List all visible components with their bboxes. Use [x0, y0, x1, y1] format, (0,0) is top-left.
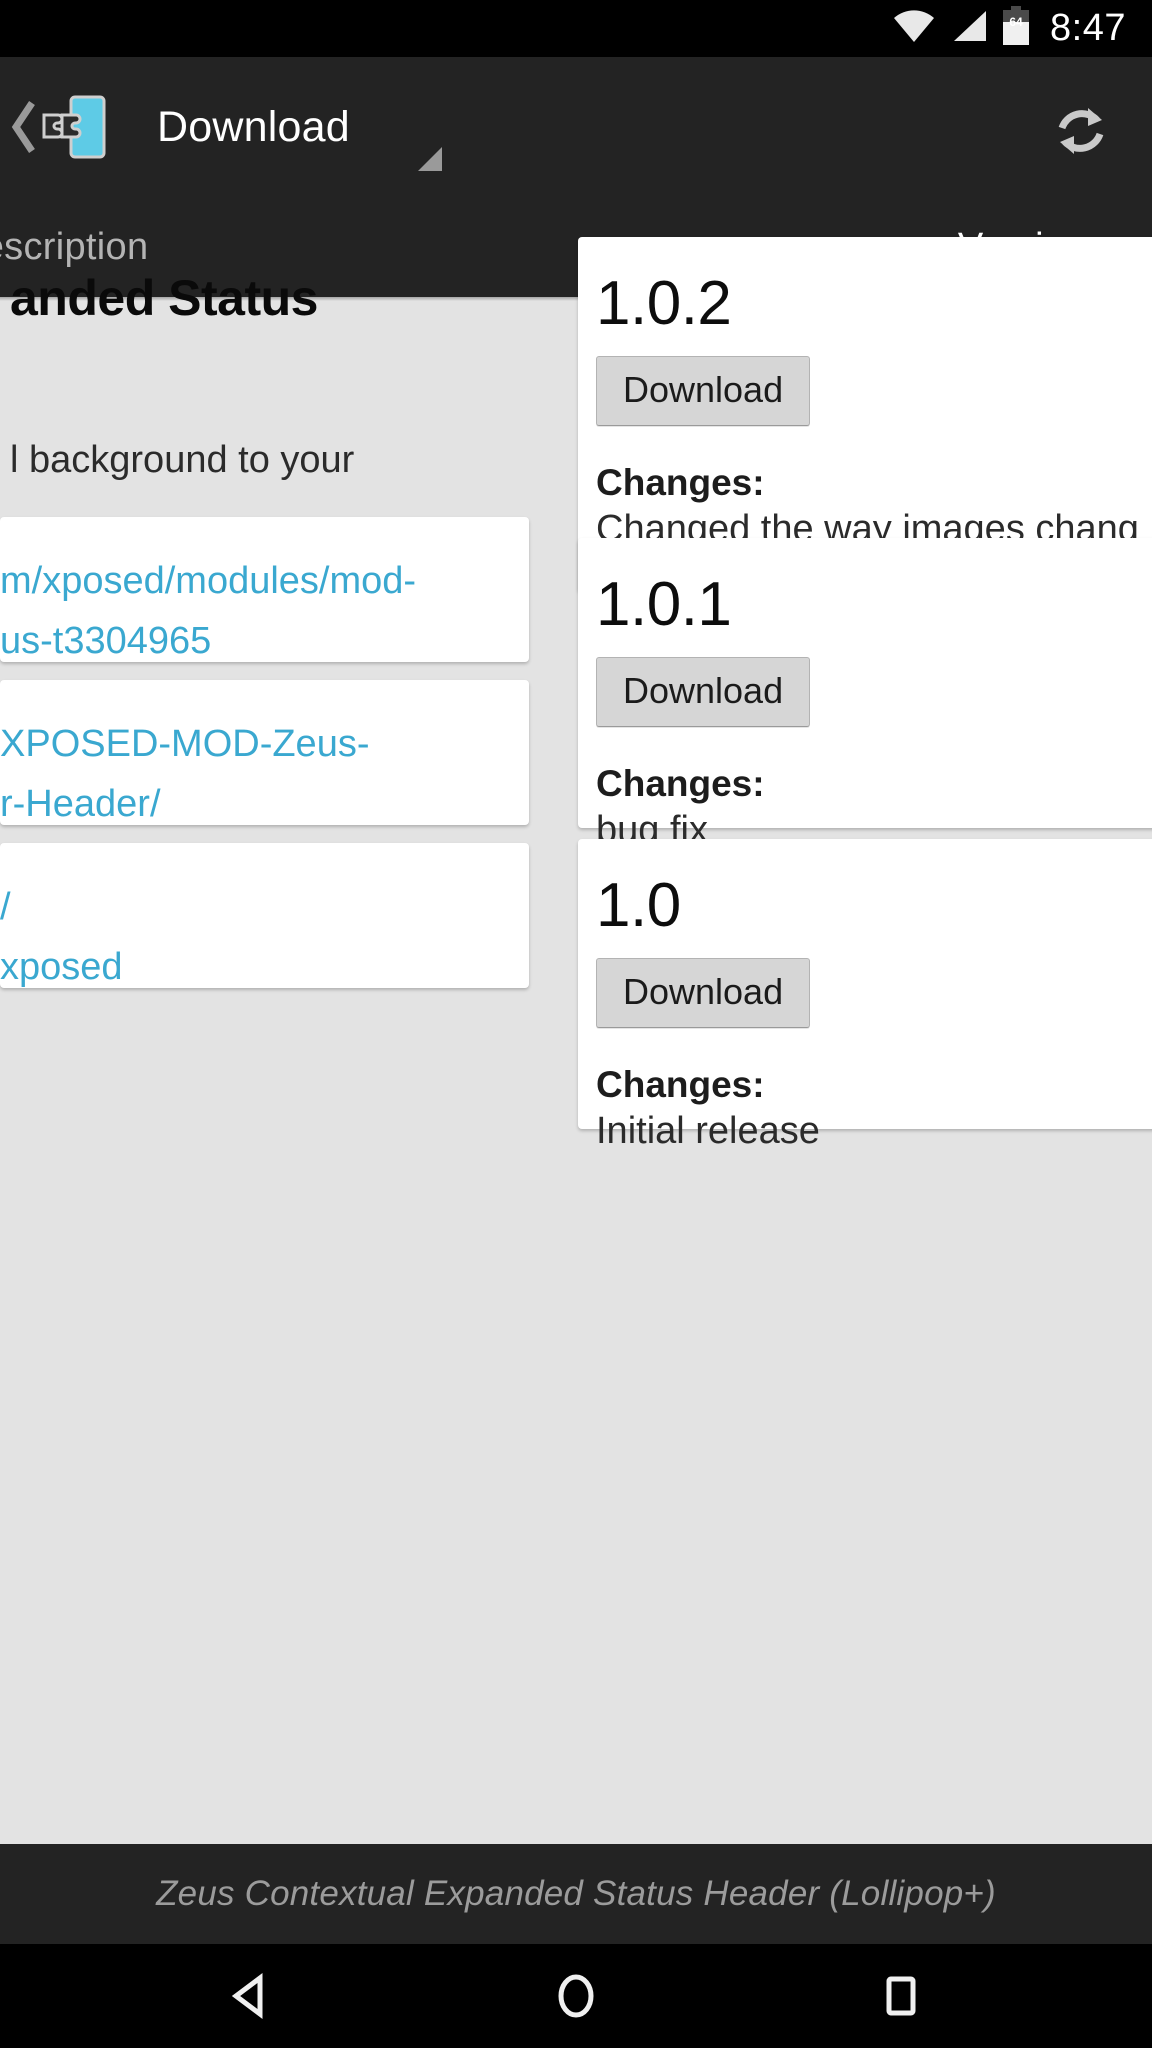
status-bar-clock: 8:47 [1050, 7, 1126, 49]
navigation-bar [0, 1944, 1152, 2048]
battery-icon: 64 [1002, 6, 1030, 51]
content-area: anded Status l background to your m/xpos… [0, 237, 1152, 1844]
status-icons: 64 [892, 6, 1030, 51]
wifi-icon [892, 9, 936, 48]
nav-home-icon[interactable] [516, 1944, 636, 2048]
link-text-line[interactable]: r-Header/ [0, 774, 529, 825]
link-text-line[interactable]: XPOSED-MOD-Zeus- [0, 714, 529, 774]
link-text-line[interactable]: us-t3304965 [0, 611, 529, 662]
status-bar: 64 8:47 [0, 0, 1152, 57]
changes-text: Initial release [596, 1110, 820, 1153]
module-description-text: l background to your [10, 439, 355, 481]
dropdown-caret-icon[interactable] [418, 147, 442, 171]
footer-bar: Zeus Contextual Expanded Status Header (… [0, 1844, 1152, 1944]
cell-signal-icon [950, 9, 988, 48]
back-chevron-icon[interactable] [10, 99, 36, 155]
module-title: anded Status [10, 270, 318, 326]
version-card: 1.0 Download Changes: Initial release [578, 839, 1152, 1152]
nav-recents-icon[interactable] [840, 1944, 960, 2048]
link-text-line[interactable]: xposed [0, 937, 529, 988]
link-text-line[interactable]: / [0, 877, 529, 937]
link-card[interactable]: m/xposed/modules/mod- us-t3304965 [0, 517, 529, 662]
download-button[interactable]: Download [596, 657, 811, 728]
link-text-line[interactable]: m/xposed/modules/mod- [0, 551, 529, 611]
changes-label: Changes: [596, 763, 765, 805]
phone-screen: 64 8:47 Download scription anded Status … [0, 0, 1152, 2048]
download-button[interactable]: Download [596, 356, 811, 427]
action-bar-title: Download [157, 102, 350, 151]
link-card[interactable]: / xposed [0, 843, 529, 988]
version-number: 1.0.2 [596, 269, 732, 338]
nav-back-icon[interactable] [192, 1944, 312, 2048]
footer-module-name: Zeus Contextual Expanded Status Header (… [156, 1874, 996, 1913]
changes-label: Changes: [596, 1064, 765, 1106]
xposed-module-icon[interactable] [38, 91, 110, 163]
download-button[interactable]: Download [596, 958, 811, 1029]
version-card: 1.0.1 Download Changes: bug fix [578, 538, 1152, 851]
changes-label: Changes: [596, 462, 765, 504]
battery-level-text: 64 [1009, 15, 1023, 29]
action-bar: Download [0, 57, 1152, 197]
link-card[interactable]: XPOSED-MOD-Zeus- r-Header/ [0, 680, 529, 825]
version-number: 1.0 [596, 871, 681, 940]
version-number: 1.0.1 [596, 570, 732, 639]
refresh-icon[interactable] [1050, 100, 1112, 162]
